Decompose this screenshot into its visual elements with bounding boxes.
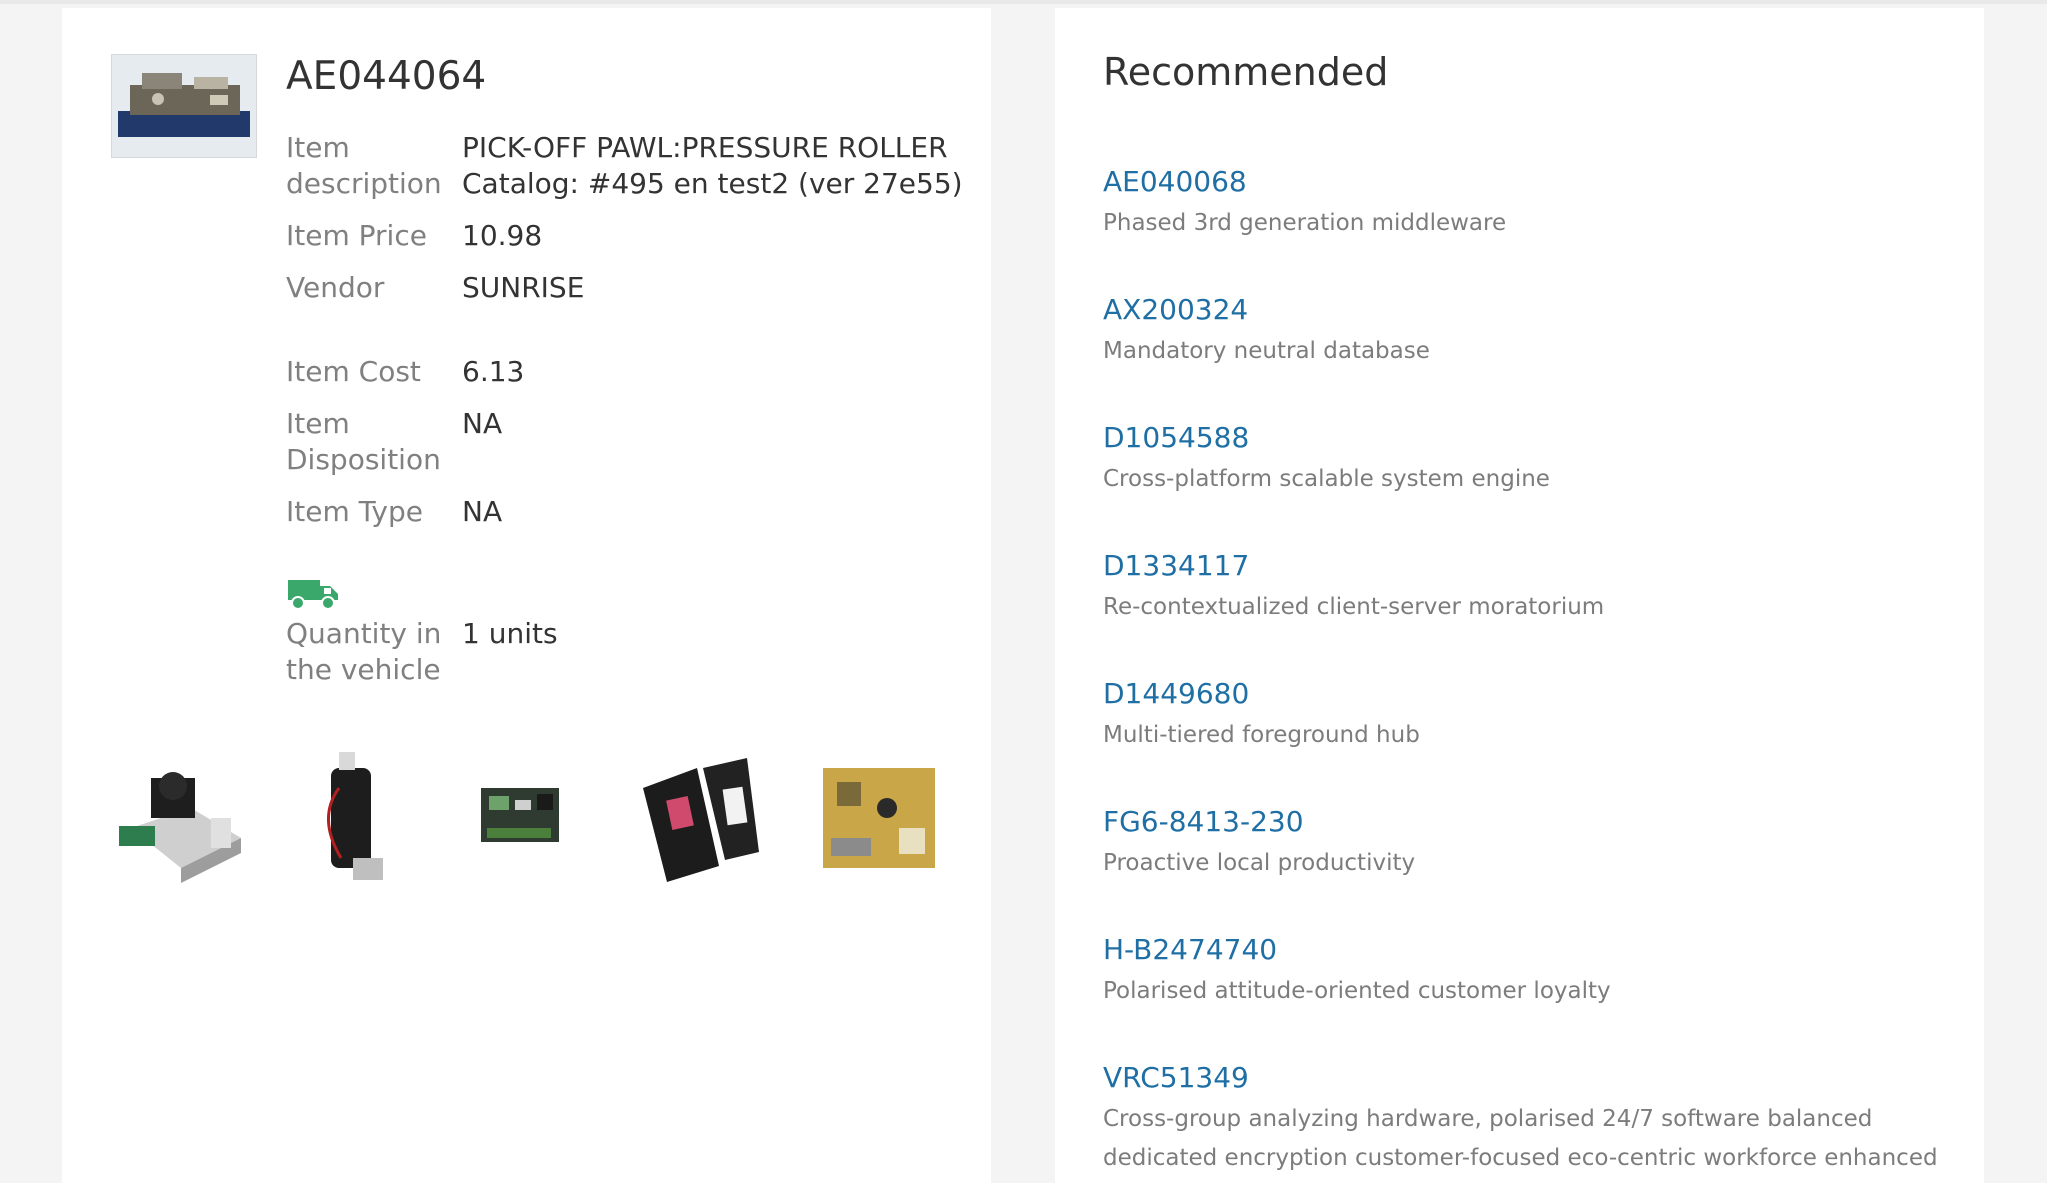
vehicle-quantity-label: Quantity in the vehicle: [286, 617, 442, 686]
item-main-image[interactable]: [111, 54, 257, 158]
power-board-thumbnail[interactable]: [817, 748, 953, 888]
circuit-board-thumbnail[interactable]: [463, 748, 599, 888]
recommended-item: FG6-8413-230 Proactive local productivit…: [1103, 804, 1963, 883]
vehicle-quantity-value: 1 units: [462, 617, 558, 650]
recommended-panel: Recommended AE040068 Phased 3rd generati…: [1055, 8, 1984, 1183]
recommended-item-link[interactable]: H-B2474740: [1103, 932, 1963, 968]
item-type-value: NA: [462, 495, 503, 528]
item-cost-label: Item Cost: [286, 355, 421, 388]
recommended-item: AE040068 Phased 3rd generation middlewar…: [1103, 164, 1963, 243]
recommended-item: D1449680 Multi-tiered foreground hub: [1103, 676, 1963, 755]
recommended-item: H-B2474740 Polarised attitude-oriented c…: [1103, 932, 1963, 1011]
recommended-item-description: Multi-tiered foreground hub: [1103, 722, 1420, 748]
item-type-label: Item Type: [286, 495, 423, 528]
recommended-item: D1334117 Re-contextualized client-server…: [1103, 548, 1963, 627]
top-divider: [0, 0, 2047, 4]
item-number-title: AE044064: [286, 54, 487, 99]
recommended-item-description: Cross-platform scalable system engine: [1103, 466, 1550, 492]
related-item-thumbnails: [111, 748, 1011, 888]
item-description-value: PICK-OFF PAWL:PRESSURE ROLLER Catalog: #…: [462, 131, 963, 200]
recommended-item-link[interactable]: AE040068: [1103, 164, 1963, 200]
item-price-value: 10.98: [462, 219, 543, 252]
item-disposition-value: NA: [462, 407, 503, 440]
recommended-item-link[interactable]: VRC51349: [1103, 1060, 1963, 1096]
item-price-label: Item Price: [286, 219, 427, 252]
recommended-item-description: Mandatory neutral database: [1103, 338, 1430, 364]
vendor-value: SUNRISE: [462, 271, 585, 304]
recommended-item-description: Re-contextualized client-server moratori…: [1103, 594, 1605, 620]
van-icon: [288, 580, 338, 610]
recommended-item-link[interactable]: FG6-8413-230: [1103, 804, 1963, 840]
card-tray-thumbnail[interactable]: [639, 748, 775, 888]
item-disposition-label: Item Disposition: [286, 407, 441, 476]
recommended-item-description: Phased 3rd generation middleware: [1103, 210, 1507, 236]
recommended-heading: Recommended: [1103, 50, 1389, 94]
recommended-item-link[interactable]: D1449680: [1103, 676, 1963, 712]
recommended-item-description: Cross-group analyzing hardware, polarise…: [1103, 1106, 1938, 1171]
item-detail-panel: AE044064 Item description PICK-OFF PAWL:…: [62, 8, 991, 1183]
item-description-label: Item description: [286, 131, 442, 200]
recommended-item: AX200324 Mandatory neutral database: [1103, 292, 1963, 371]
recommended-item: D1054588 Cross-platform scalable system …: [1103, 420, 1963, 499]
recommended-item-description: Proactive local productivity: [1103, 850, 1416, 876]
recommended-item-description: Polarised attitude-oriented customer loy…: [1103, 978, 1611, 1004]
recommended-item-link[interactable]: D1334117: [1103, 548, 1963, 584]
vendor-label: Vendor: [286, 271, 385, 304]
recommended-item: VRC51349 Cross-group analyzing hardware,…: [1103, 1060, 1963, 1178]
recommended-item-link[interactable]: AX200324: [1103, 292, 1963, 328]
motor-thumbnail[interactable]: [287, 748, 423, 888]
item-cost-value: 6.13: [462, 355, 525, 388]
recommended-item-link[interactable]: D1054588: [1103, 420, 1963, 456]
print-head-thumbnail[interactable]: [111, 748, 247, 888]
